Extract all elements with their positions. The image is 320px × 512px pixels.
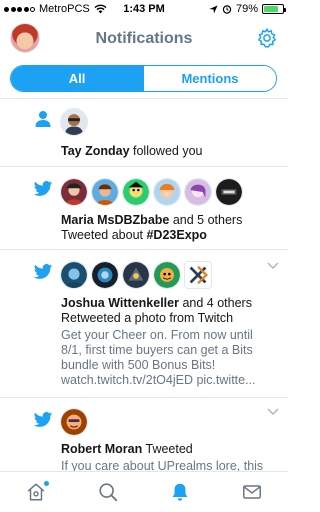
chevron-down-icon[interactable] — [267, 262, 279, 270]
hashtag-link[interactable]: #D23Expo — [146, 228, 206, 242]
twitter-bird-icon — [33, 181, 53, 196]
action-text: and 5 others — [169, 213, 243, 227]
tweet-preview[interactable]: Get your Cheer on. From now until 8/1, f… — [61, 328, 284, 388]
tab-notifications[interactable] — [144, 472, 216, 512]
avatar[interactable] — [184, 178, 212, 206]
twitter-bird-icon — [33, 264, 53, 279]
person-icon — [35, 111, 51, 127]
avatar-group — [60, 408, 88, 436]
action-line2: Tweeted about — [61, 228, 147, 242]
bottom-tab-bar — [0, 471, 288, 512]
actor-name[interactable]: Tay Zonday — [61, 144, 130, 158]
notifications-filter: All Mentions — [10, 65, 277, 92]
page-title: Notifications — [95, 30, 193, 47]
avatar-group — [60, 261, 212, 289]
notification-text: Robert Moran Tweeted — [61, 442, 278, 457]
notification-tweeted-single[interactable]: Robert Moran Tweeted If you care about U… — [0, 398, 288, 471]
tweet-line: If you care about UPrealms lore, this — [61, 459, 264, 471]
avatar-group — [60, 108, 88, 136]
gear-icon[interactable] — [256, 27, 278, 49]
action-text: and 4 others — [178, 296, 252, 310]
avatar[interactable] — [91, 261, 119, 289]
notification-text: Maria MsDBZbabe and 5 others Tweeted abo… — [61, 213, 278, 243]
avatar[interactable] — [153, 261, 181, 289]
notification-tweeted[interactable]: Maria MsDBZbabe and 5 others Tweeted abo… — [0, 167, 288, 250]
notifications-screen: MetroPCS 1:43 PM 79% Notifications All M… — [0, 0, 288, 512]
bell-icon — [172, 483, 188, 501]
tweet-line: Get your Cheer on. From now until — [61, 328, 253, 342]
tab-home[interactable] — [0, 472, 72, 512]
search-icon — [99, 483, 118, 502]
avatar-group — [60, 178, 243, 206]
notification-text: Joshua Wittenkeller and 4 others Retweet… — [61, 296, 278, 326]
notification-text: Tay Zonday followed you — [61, 144, 278, 159]
tab-all[interactable]: All — [11, 66, 143, 91]
tab-search[interactable] — [72, 472, 144, 512]
tweet-line: 8/1, first time buyers can get a Bits — [61, 343, 253, 357]
avatar[interactable] — [60, 178, 88, 206]
avatar[interactable] — [91, 178, 119, 206]
tweet-line: bundle with 500 Bonus Bits! — [61, 358, 216, 372]
notification-follow[interactable]: Tay Zonday followed you — [0, 99, 288, 167]
twitter-bird-icon — [33, 412, 53, 427]
action-text: Tweeted — [142, 442, 193, 456]
tab-mentions[interactable]: Mentions — [143, 66, 276, 91]
battery-fill — [264, 6, 279, 12]
tab-messages[interactable] — [216, 472, 288, 512]
avatar[interactable] — [215, 178, 243, 206]
battery-percent: 79% — [235, 3, 258, 15]
status-right: 79% — [209, 3, 286, 15]
location-arrow-icon — [209, 4, 218, 14]
alarm-clock-icon — [222, 5, 232, 14]
avatar[interactable] — [184, 261, 212, 289]
actor-name[interactable]: Robert Moran — [61, 442, 142, 456]
action-line2: Retweeted a photo from Twitch — [61, 311, 234, 325]
tweet-line: watch.twitch.tv/2tO4jED pic.twitte... — [61, 373, 256, 387]
notification-retweeted[interactable]: Joshua Wittenkeller and 4 others Retweet… — [0, 250, 288, 398]
avatar[interactable] — [153, 178, 181, 206]
battery-icon — [262, 4, 286, 14]
new-content-dot — [44, 481, 49, 486]
avatar[interactable] — [60, 108, 88, 136]
avatar[interactable] — [122, 261, 150, 289]
notifications-feed[interactable]: Tay Zonday followed you Maria MsDBZbabe … — [0, 99, 288, 471]
actor-name[interactable]: Maria MsDBZbabe — [61, 213, 169, 227]
status-bar: MetroPCS 1:43 PM 79% — [0, 0, 288, 18]
action-text: followed you — [129, 144, 203, 158]
tweet-preview[interactable]: If you care about UPrealms lore, this — [61, 459, 284, 471]
avatar[interactable] — [60, 408, 88, 436]
mail-icon — [243, 485, 261, 499]
avatar[interactable] — [60, 261, 88, 289]
actor-name[interactable]: Joshua Wittenkeller — [61, 296, 179, 310]
chevron-down-icon[interactable] — [267, 408, 279, 416]
header: Notifications — [0, 18, 288, 60]
avatar[interactable] — [122, 178, 150, 206]
